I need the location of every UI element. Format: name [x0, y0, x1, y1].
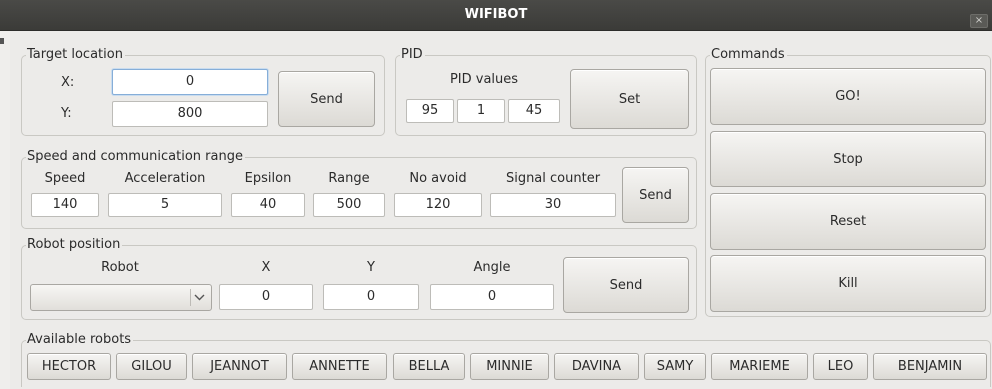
range-input[interactable]: 500: [313, 193, 385, 217]
title-bar: WIFIBOT ×: [0, 0, 992, 31]
pid-d-input[interactable]: 45: [508, 99, 560, 123]
speed-label: Speed: [44, 171, 86, 186]
robot-button-bella[interactable]: BELLA: [393, 353, 465, 380]
robot-button-marieme[interactable]: MARIEME: [711, 353, 808, 380]
speed-range-legend: Speed and communication range: [26, 149, 245, 164]
speed-input[interactable]: 140: [31, 193, 99, 217]
epsilon-label: Epsilon: [244, 171, 292, 186]
robot-button-jeannot[interactable]: JEANNOT: [192, 353, 287, 380]
no-avoid-input[interactable]: 120: [394, 193, 482, 217]
robot-position-send-button[interactable]: Send: [563, 257, 689, 313]
target-send-button[interactable]: Send: [278, 71, 375, 127]
target-y-input[interactable]: 800: [112, 101, 268, 127]
robot-button-minnie[interactable]: MINNIE: [470, 353, 549, 380]
angle-label: Angle: [473, 260, 511, 275]
speed-send-button[interactable]: Send: [622, 167, 689, 223]
pid-set-button[interactable]: Set: [570, 69, 689, 129]
acceleration-label: Acceleration: [124, 171, 206, 186]
robot-x-label: X: [261, 260, 271, 275]
signal-counter-input[interactable]: 30: [490, 193, 616, 217]
target-x-input[interactable]: 0: [112, 69, 268, 95]
epsilon-input[interactable]: 40: [231, 193, 305, 217]
pid-values-label: PID values: [449, 72, 519, 87]
commands-legend: Commands: [710, 47, 787, 62]
chevron-down-icon: [194, 294, 204, 301]
robot-button-davina[interactable]: DAVINA: [554, 353, 639, 380]
robot-button-hector[interactable]: HECTOR: [27, 353, 111, 380]
acceleration-input[interactable]: 5: [108, 193, 222, 217]
range-label: Range: [328, 171, 370, 186]
available-robots-legend: Available robots: [26, 332, 134, 347]
target-y-label: Y:: [61, 106, 72, 121]
target-x-label: X:: [61, 75, 75, 90]
robot-x-input[interactable]: 0: [219, 284, 313, 310]
robot-button-leo[interactable]: LEO: [813, 353, 868, 380]
window-close-button[interactable]: ×: [970, 14, 988, 28]
kill-button[interactable]: Kill: [710, 255, 986, 312]
stop-button[interactable]: Stop: [710, 131, 986, 187]
robot-select[interactable]: [30, 284, 212, 311]
reset-button[interactable]: Reset: [710, 193, 986, 250]
go-button[interactable]: GO!: [710, 68, 986, 125]
window-title: WIFIBOT: [464, 7, 528, 22]
robot-select-arrow[interactable]: [190, 289, 207, 306]
no-avoid-label: No avoid: [409, 171, 467, 186]
robot-button-annette[interactable]: ANNETTE: [292, 353, 387, 380]
robot-y-label: Y: [367, 260, 375, 275]
angle-input[interactable]: 0: [430, 284, 554, 310]
left-window-edge: [0, 31, 10, 389]
signal-counter-label: Signal counter: [505, 171, 601, 186]
robot-button-benjamin[interactable]: BENJAMIN: [873, 353, 987, 380]
window-edge-marker: [0, 38, 4, 44]
pid-p-input[interactable]: 95: [406, 99, 454, 123]
robot-button-samy[interactable]: SAMY: [644, 353, 706, 380]
robot-y-input[interactable]: 0: [323, 284, 419, 310]
robot-position-legend: Robot position: [26, 237, 123, 252]
pid-legend: PID: [400, 47, 425, 62]
pid-i-input[interactable]: 1: [457, 99, 505, 123]
robot-button-gilou[interactable]: GILOU: [116, 353, 187, 380]
target-location-legend: Target location: [26, 47, 125, 62]
robot-label: Robot: [101, 260, 139, 275]
